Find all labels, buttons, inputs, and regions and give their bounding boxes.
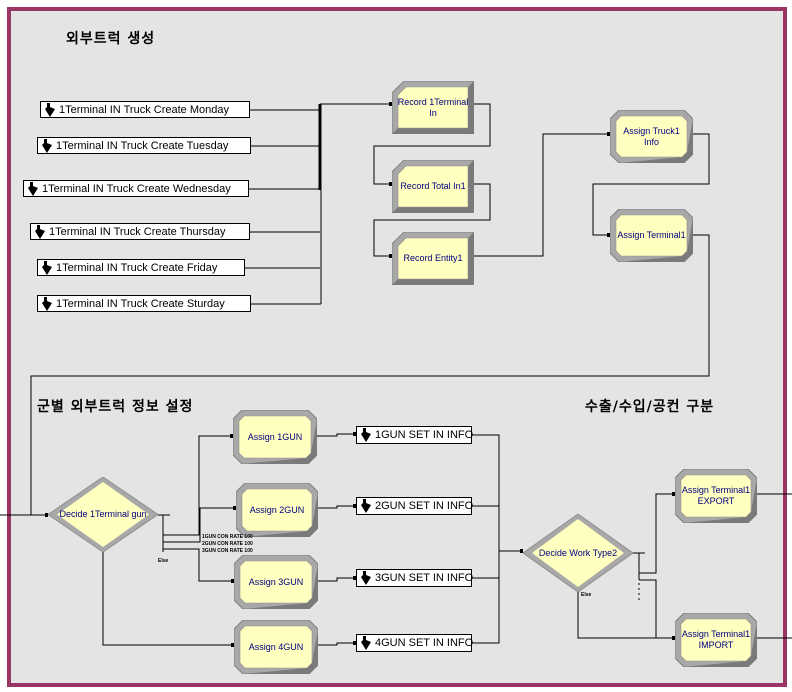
decide-module-terminal-gun[interactable]: Decide 1Terminal gun	[48, 477, 158, 552]
module-label: Decide Work Type2	[538, 547, 618, 558]
assign-module-2gun[interactable]: Assign 2GUN	[236, 483, 318, 537]
create-arrow-icon	[45, 102, 55, 117]
gun-set-module-4[interactable]: 4GUN SET IN INFO	[356, 634, 474, 652]
section-title-truck-generation: 외부트럭 생성	[66, 31, 156, 47]
create-arrow-icon	[361, 428, 371, 442]
gun-set-label: 3GUN SET IN INFO	[375, 572, 474, 584]
condition-label: 3GUN CON RATE 100	[202, 548, 253, 554]
module-label: Record 1Terminal In	[397, 96, 469, 118]
section-title-work-type: 수출/수입/공컨 구분	[585, 399, 715, 415]
record-module-entity[interactable]: Record Entity1	[392, 232, 474, 285]
decide-module-work-type[interactable]: Decide Work Type2	[523, 514, 633, 592]
gun-set-module-1[interactable]: 1GUN SET IN INFO	[356, 426, 474, 444]
module-label: Assign Terminal1	[617, 230, 686, 240]
gun-set-module-3[interactable]: 3GUN SET IN INFO	[356, 569, 474, 587]
create-module-label: 1Terminal IN Truck Create Tuesday	[56, 139, 229, 152]
gun-set-label: 1GUN SET IN INFO	[375, 429, 474, 441]
create-module-label: 1Terminal IN Truck Create Monday	[59, 103, 229, 116]
create-arrow-icon	[361, 571, 371, 585]
create-module-label: 1Terminal IN Truck Create Sturday	[56, 297, 225, 310]
create-arrow-icon	[42, 138, 52, 153]
create-arrow-icon	[361, 499, 371, 513]
assign-module-truck-info[interactable]: Assign Truck1 Info	[610, 110, 693, 163]
create-module-label: 1Terminal IN Truck Create Friday	[56, 261, 218, 274]
create-arrow-icon	[28, 181, 38, 196]
module-label: Record Total In1	[400, 181, 466, 191]
create-module-friday[interactable]: 1Terminal IN Truck Create Friday	[37, 259, 245, 276]
module-label: Assign Truck1 Info	[623, 125, 680, 147]
create-module-monday[interactable]: 1Terminal IN Truck Create Monday	[40, 101, 250, 118]
assign-module-export[interactable]: Assign Terminal1 EXPORT	[675, 469, 757, 523]
create-module-wednesday[interactable]: 1Terminal IN Truck Create Wednesday	[23, 180, 249, 197]
section-title-gun-info: 군별 외부트럭 정보 설정	[37, 399, 194, 415]
module-label: Record Entity1	[403, 253, 463, 263]
module-label: Assign 1GUN	[247, 431, 303, 442]
gun-set-module-2[interactable]: 2GUN SET IN INFO	[356, 497, 474, 515]
create-module-tuesday[interactable]: 1Terminal IN Truck Create Tuesday	[37, 137, 251, 154]
module-label: Assign Terminal1 EXPORT	[681, 485, 751, 506]
assign-module-import[interactable]: Assign Terminal1 IMPORT	[675, 613, 757, 667]
condition-label: 1GUN CON RATE 100	[202, 534, 253, 540]
module-label: Assign 2GUN	[249, 504, 305, 515]
else-label: Else	[581, 592, 592, 598]
assign-module-1gun[interactable]: Assign 1GUN	[233, 410, 317, 464]
assign-module-terminal[interactable]: Assign Terminal1	[610, 209, 693, 262]
assign-module-4gun[interactable]: Assign 4GUN	[234, 620, 318, 674]
gun-set-label: 2GUN SET IN INFO	[375, 500, 474, 512]
record-module-total-in[interactable]: Record Total In1	[392, 160, 474, 213]
create-module-label: 1Terminal IN Truck Create Wednesday	[42, 182, 231, 195]
gun-set-label: 4GUN SET IN INFO	[375, 637, 474, 649]
module-label: Assign 4GUN	[248, 641, 304, 652]
create-arrow-icon	[35, 224, 45, 239]
else-label: Else	[158, 558, 169, 564]
create-module-label: 1Terminal IN Truck Create Thursday	[49, 225, 226, 238]
create-arrow-icon	[42, 260, 52, 275]
module-label: Assign 3GUN	[248, 576, 304, 587]
condition-label: 2GUN CON RATE 100	[202, 541, 253, 547]
module-label: Assign Terminal1 IMPORT	[681, 629, 751, 650]
create-module-saturday[interactable]: 1Terminal IN Truck Create Sturday	[37, 295, 251, 312]
record-module-terminal-in[interactable]: Record 1Terminal In	[392, 81, 474, 134]
create-arrow-icon	[361, 636, 371, 650]
module-label: Decide 1Terminal gun	[59, 509, 147, 519]
create-module-thursday[interactable]: 1Terminal IN Truck Create Thursday	[30, 223, 250, 240]
assign-module-3gun[interactable]: Assign 3GUN	[234, 555, 318, 609]
create-arrow-icon	[42, 296, 52, 311]
